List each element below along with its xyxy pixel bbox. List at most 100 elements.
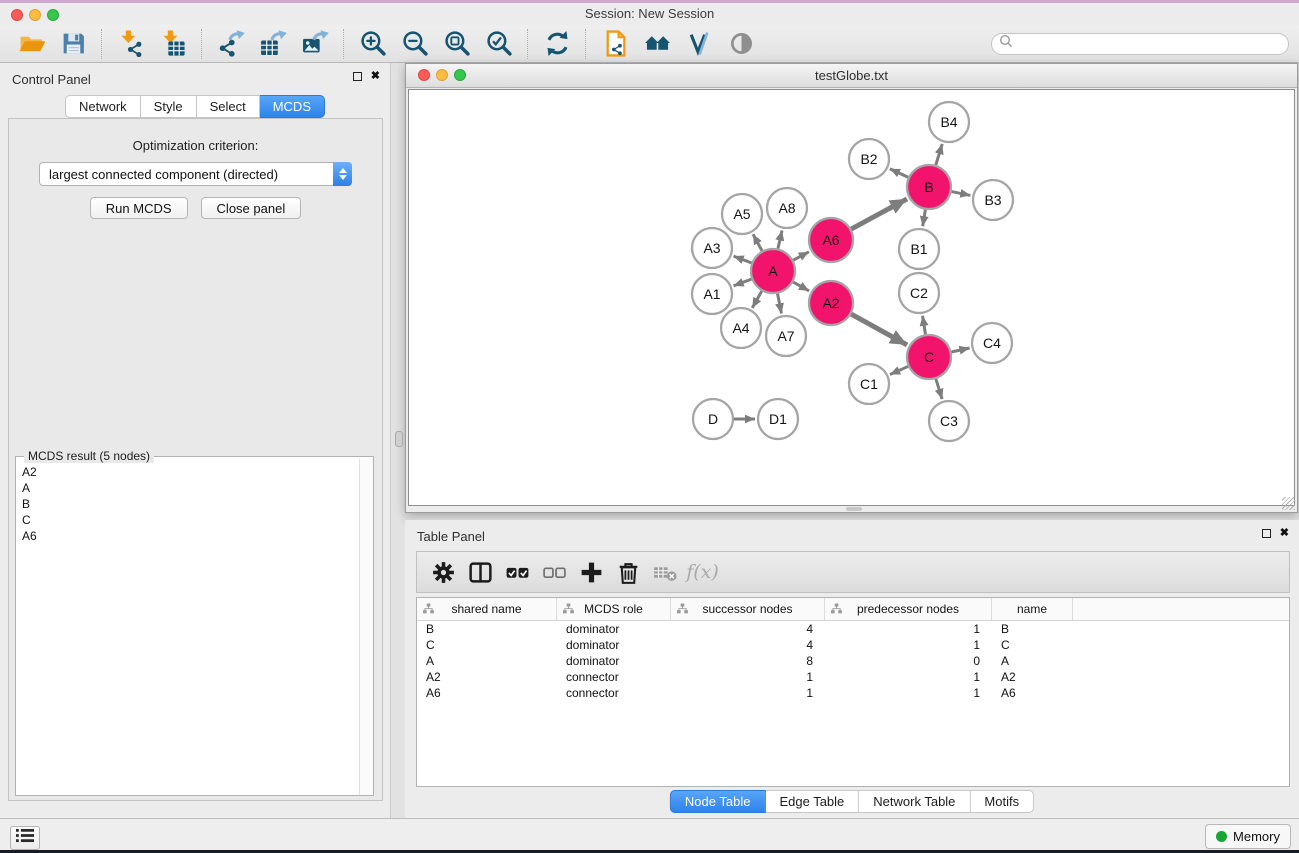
document-network-icon[interactable]: [598, 29, 632, 59]
graph-edge-A-A5[interactable]: [753, 234, 762, 251]
zoom-selected-icon[interactable]: [482, 29, 516, 59]
column-header-name[interactable]: name: [992, 598, 1073, 620]
graph-edge-C-C3[interactable]: [936, 379, 942, 399]
graph-node-C4[interactable]: C4: [972, 323, 1012, 363]
network-horizontal-scrollbar[interactable]: [846, 507, 862, 511]
tab-select[interactable]: Select: [197, 95, 260, 118]
column-header-predecessor-nodes[interactable]: predecessor nodes: [825, 598, 992, 620]
graph-node-C2[interactable]: C2: [899, 273, 939, 313]
double-home-icon[interactable]: [640, 29, 674, 59]
export-network-icon[interactable]: [214, 29, 248, 59]
graph-node-B1[interactable]: B1: [899, 229, 939, 269]
task-history-button[interactable]: [10, 826, 40, 850]
import-network-icon[interactable]: [114, 29, 148, 59]
zoom-out-icon[interactable]: [398, 29, 432, 59]
network-window-titlebar[interactable]: testGlobe.txt: [406, 64, 1297, 88]
tab-network-table[interactable]: Network Table: [859, 790, 970, 813]
graph-edge-B-B4[interactable]: [936, 144, 942, 165]
graph-node-A1[interactable]: A1: [692, 274, 732, 314]
graph-node-C1[interactable]: C1: [849, 364, 889, 404]
graph-edge-B-B2[interactable]: [890, 169, 908, 178]
graph-node-D1[interactable]: D1: [758, 399, 798, 439]
graph-edge-A-A3[interactable]: [734, 256, 752, 263]
import-table-icon[interactable]: [156, 29, 190, 59]
zoom-fit-icon[interactable]: [440, 29, 474, 59]
run-mcds-button[interactable]: Run MCDS: [90, 197, 188, 219]
column-header-MCDS-role[interactable]: MCDS role: [557, 598, 671, 620]
graph-node-A5[interactable]: A5: [722, 194, 762, 234]
tab-motifs[interactable]: Motifs: [970, 790, 1034, 813]
graph-node-B2[interactable]: B2: [849, 139, 889, 179]
network-vertical-scrollbar[interactable]: [395, 431, 403, 447]
graph-edge-A-A4[interactable]: [752, 291, 761, 308]
close-panel-button[interactable]: Close panel: [201, 197, 302, 219]
memory-button[interactable]: Memory: [1205, 824, 1291, 849]
graph-edge-A-A6[interactable]: [793, 252, 809, 260]
mcds-result-item[interactable]: B: [22, 496, 359, 512]
graph-edge-A6-B[interactable]: [851, 199, 907, 229]
tab-network[interactable]: Network: [65, 95, 141, 118]
criterion-dropdown[interactable]: largest connected component (directed): [39, 162, 352, 186]
add-plus-icon[interactable]: [573, 556, 610, 588]
table-row[interactable]: Adominator80A: [417, 653, 1289, 669]
graph-node-B4[interactable]: B4: [929, 102, 969, 142]
table-columns-icon[interactable]: [462, 556, 499, 588]
tab-mcds[interactable]: MCDS: [260, 95, 325, 118]
graph-node-A[interactable]: A: [751, 249, 795, 293]
graph-node-A2[interactable]: A2: [809, 281, 853, 325]
column-header-successor-nodes[interactable]: successor nodes: [671, 598, 825, 620]
table-row[interactable]: Cdominator41C: [417, 637, 1289, 653]
refresh-icon[interactable]: [540, 29, 574, 59]
float-table-panel-icon[interactable]: [1262, 529, 1271, 538]
graph-edge-B-B3[interactable]: [952, 192, 971, 196]
graph-node-A4[interactable]: A4: [721, 308, 761, 348]
checkboxes-checked-icon[interactable]: [499, 556, 536, 588]
eye-icon[interactable]: [724, 29, 758, 59]
network-canvas[interactable]: A A1 A2 A3 A4 A5 A6 A7 A8 B B1 B2 B3B4 C C1 C2 C3C4 D D1: [408, 89, 1295, 506]
close-table-panel-icon[interactable]: ✖: [1280, 528, 1289, 539]
mcds-result-item[interactable]: A2: [22, 464, 359, 480]
graph-node-A7[interactable]: A7: [766, 316, 806, 356]
graph-edge-A-A8[interactable]: [778, 230, 782, 248]
table-row[interactable]: A2connector11A2: [417, 669, 1289, 685]
graph-edge-C-C1[interactable]: [890, 366, 908, 374]
graph-node-C3[interactable]: C3: [929, 401, 969, 441]
mcds-result-item[interactable]: A6: [22, 528, 359, 544]
graph-node-A3[interactable]: A3: [692, 228, 732, 268]
floppy-save-icon[interactable]: [56, 29, 90, 59]
checkboxes-unchecked-icon[interactable]: [536, 556, 573, 588]
mcds-result-item[interactable]: A: [22, 480, 359, 496]
graph-edge-C-C2[interactable]: [923, 316, 926, 335]
export-table-icon[interactable]: [256, 29, 290, 59]
graph-edge-C-C4[interactable]: [951, 348, 969, 352]
export-image-icon[interactable]: [298, 29, 332, 59]
graph-edge-A-A7[interactable]: [778, 294, 782, 314]
close-panel-icon[interactable]: ✖: [371, 71, 380, 82]
folder-open-icon[interactable]: [14, 29, 48, 59]
network-resize-grip[interactable]: [1282, 497, 1295, 510]
tab-style[interactable]: Style: [141, 95, 197, 118]
mcds-result-item[interactable]: C: [22, 512, 359, 528]
graph-edge-A2-C[interactable]: [851, 314, 907, 345]
zoom-in-icon[interactable]: [356, 29, 390, 59]
settings-gear-icon[interactable]: [425, 556, 462, 588]
graph-node-B[interactable]: B: [907, 165, 951, 209]
graph-node-D[interactable]: D: [693, 399, 733, 439]
graph-edge-B-B1[interactable]: [923, 210, 926, 227]
graph-node-C[interactable]: C: [907, 335, 951, 379]
graph-edge-A-A2[interactable]: [793, 282, 809, 291]
search-box[interactable]: [991, 33, 1289, 55]
graph-node-B3[interactable]: B3: [973, 180, 1013, 220]
search-input[interactable]: [1013, 36, 1281, 52]
tab-edge-table[interactable]: Edge Table: [765, 790, 859, 813]
float-panel-icon[interactable]: [353, 72, 362, 81]
trash-icon[interactable]: [610, 556, 647, 588]
column-header-shared-name[interactable]: shared name: [417, 598, 557, 620]
table-row[interactable]: Bdominator41B: [417, 621, 1289, 637]
graph-node-A6[interactable]: A6: [809, 218, 853, 262]
v-slash-icon[interactable]: [682, 29, 716, 59]
result-list-scrollbar[interactable]: [359, 459, 373, 795]
table-row[interactable]: A6connector11A6: [417, 685, 1289, 701]
graph-node-A8[interactable]: A8: [767, 188, 807, 228]
tab-node-table[interactable]: Node Table: [670, 790, 766, 813]
